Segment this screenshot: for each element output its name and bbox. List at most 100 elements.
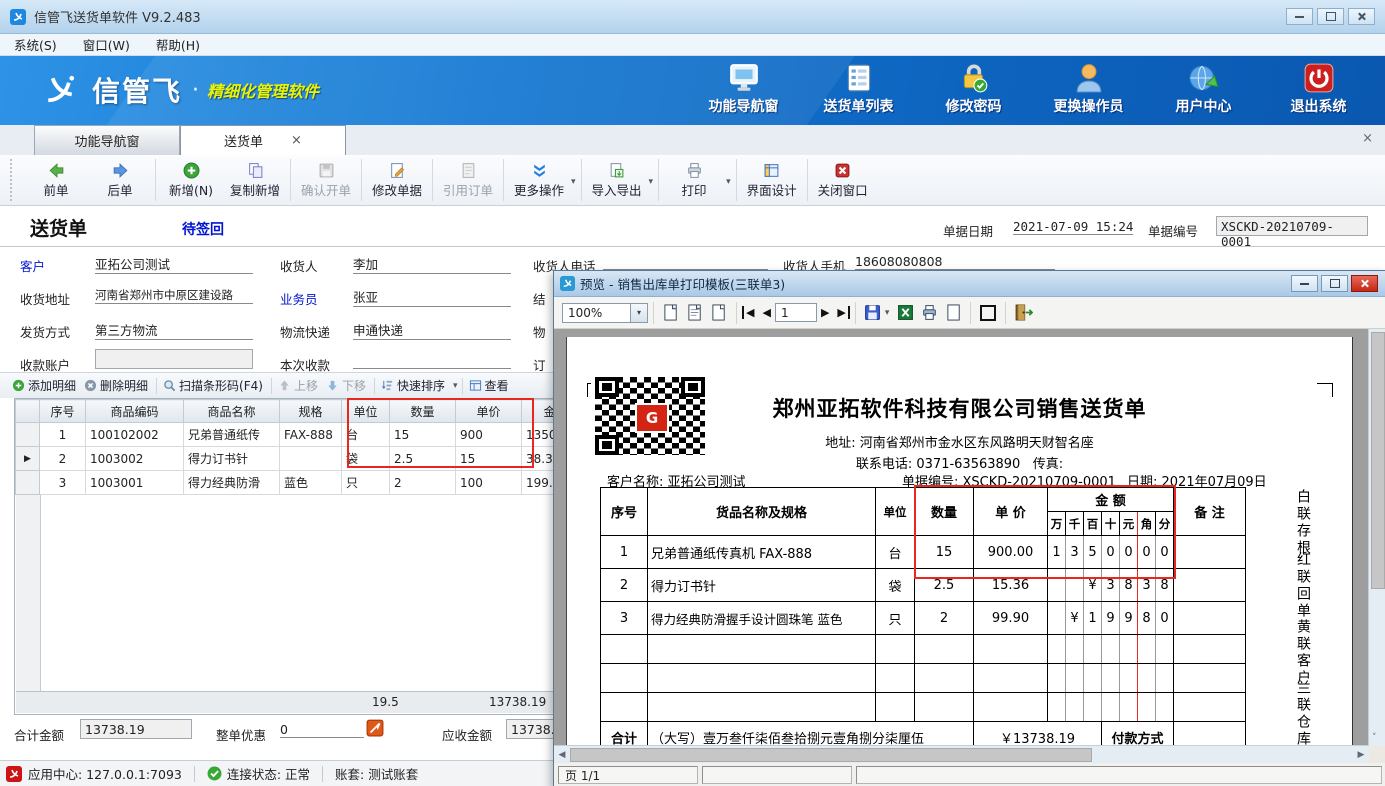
scroll-down-icon[interactable]: ˅ (1372, 733, 1377, 743)
menu-help[interactable]: 帮助(H) (156, 35, 200, 54)
page-width-button[interactable] (683, 301, 707, 325)
view-button[interactable]: 查看 (469, 377, 509, 394)
grid-row-selected[interactable]: ▶ 2 1003002 得力订书针 袋 2.5 15 38.39 (16, 447, 590, 471)
next-page-button[interactable]: ▶ (817, 306, 833, 319)
pay-now-field[interactable] (353, 353, 511, 369)
brand-slogan: 精细化管理软件 (207, 78, 319, 102)
preview-title-bar[interactable]: 预览 - 销售出库单打印模板(三联单3) (554, 271, 1385, 297)
print-button[interactable]: 打印 (662, 160, 726, 201)
confirm-open-button[interactable]: 确认开单 (294, 160, 358, 201)
page-whole-button[interactable] (659, 301, 683, 325)
quick-sort-button[interactable]: 快速排序 (381, 377, 445, 394)
reference-order-button[interactable]: 引用订单 (436, 160, 500, 201)
more-actions-button[interactable]: 更多操作 (507, 160, 571, 201)
ship-method-field[interactable]: 第三方物流 (95, 320, 253, 340)
grid-row[interactable]: 3 1003001 得力经典防滑 蓝色 只 2 100 199.8 (16, 471, 590, 495)
receiver-mobile-field[interactable]: 18608080808 (855, 254, 1055, 270)
prev-doc-button[interactable]: 前单 (24, 160, 88, 201)
banner-button-password[interactable]: 修改密码 (921, 62, 1026, 120)
discount-edit-icon[interactable] (366, 719, 384, 740)
banner-button-usercenter[interactable]: 用户中心 (1151, 62, 1256, 120)
col-seq[interactable]: 序号 (40, 400, 86, 423)
print-report-button[interactable] (917, 301, 941, 325)
print-caret[interactable]: ▾ (726, 177, 731, 187)
banner-button-operator[interactable]: 更换操作员 (1036, 62, 1141, 120)
col-price[interactable]: 单价 (456, 400, 522, 423)
salesman-field[interactable]: 张亚 (353, 287, 511, 307)
doc-date-field[interactable]: 2021-07-09 15:24 (1013, 219, 1133, 235)
pt-col-name: 货品名称及规格 (648, 488, 876, 536)
lock-icon (958, 62, 990, 94)
col-spec[interactable]: 规格 (280, 400, 342, 423)
save-icon (318, 162, 335, 179)
stop-button[interactable] (976, 301, 1000, 325)
customer-field[interactable]: 亚拓公司测试 (95, 254, 253, 274)
tabbar-close-icon[interactable]: × (1362, 131, 1373, 146)
receiver-field[interactable]: 李加 (353, 254, 511, 274)
preview-close-button[interactable] (1351, 275, 1378, 292)
col-unit[interactable]: 单位 (342, 400, 390, 423)
menu-window[interactable]: 窗口(W) (83, 35, 130, 54)
tab-delivery-order[interactable]: 送货单 × (180, 125, 346, 155)
close-button[interactable] (1348, 8, 1375, 25)
tab-close-icon[interactable]: × (291, 133, 302, 148)
menu-system[interactable]: 系统(S) (14, 35, 57, 54)
tab-nav-window[interactable]: 功能导航窗 (34, 125, 180, 155)
col-qty[interactable]: 数量 (390, 400, 456, 423)
scroll-right-icon[interactable]: ▶ (1353, 750, 1369, 760)
detail-grid-table: 序号 商品编码 商品名称 规格 单位 数量 单价 金额 1 100102002 … (15, 399, 590, 495)
move-up-button[interactable]: 上移 (278, 377, 318, 394)
import-export-button[interactable]: 导入导出 (585, 160, 649, 201)
globe-icon (1188, 62, 1220, 94)
blank-page-button[interactable] (941, 301, 965, 325)
import-export-caret[interactable]: ▾ (649, 177, 654, 187)
next-doc-button[interactable]: 后单 (88, 160, 152, 201)
account-field[interactable] (95, 349, 253, 369)
move-down-button[interactable]: 下移 (326, 377, 366, 394)
banner-button-list[interactable]: 送货单列表 (806, 62, 911, 120)
doc-no-field[interactable]: XSCKD-20210709-0001 (1216, 216, 1368, 236)
first-page-button[interactable]: ◀ (742, 306, 758, 319)
last-page-button[interactable]: ▶ (833, 306, 849, 319)
minimize-button[interactable] (1286, 8, 1313, 25)
grid-row[interactable]: 1 100102002 兄弟普通纸传 FAX-888 台 15 900 1350… (16, 423, 590, 447)
maximize-button[interactable] (1317, 8, 1344, 25)
add-detail-button[interactable]: 添加明细 (12, 377, 76, 394)
page-100-button[interactable] (707, 301, 731, 325)
banner-button-exit[interactable]: 退出系统 (1266, 62, 1371, 120)
scroll-left-icon[interactable]: ◀ (554, 750, 570, 760)
save-report-button[interactable] (861, 301, 885, 325)
add-new-button[interactable]: 新增(N) (159, 160, 223, 201)
discount-field[interactable]: 0 (280, 722, 364, 738)
export-excel-button[interactable] (893, 301, 917, 325)
page-number-input[interactable]: 1 (775, 303, 817, 322)
save-report-caret[interactable]: ▾ (885, 308, 890, 318)
col-code[interactable]: 商品编码 (86, 400, 184, 423)
preview-restore-button[interactable] (1321, 275, 1348, 292)
scan-barcode-button[interactable]: 扫描条形码(F4) (163, 377, 263, 394)
exit-preview-button[interactable] (1011, 301, 1035, 325)
vertical-scroll-thumb[interactable] (1371, 332, 1385, 589)
preview-minimize-button[interactable] (1291, 275, 1318, 292)
document-icon (460, 162, 477, 179)
address-field[interactable]: 河南省郑州市中原区建设路 (95, 287, 253, 304)
prev-page-button[interactable]: ◀ (758, 306, 774, 319)
zoom-select[interactable]: 100% ▾ (562, 303, 648, 323)
express-field[interactable]: 申通快递 (353, 320, 511, 340)
preview-horizontal-scrollbar[interactable]: ◀ ▶ (554, 745, 1369, 763)
preview-vertical-scrollbar[interactable]: ˅ (1368, 329, 1385, 746)
banner-button-nav[interactable]: 功能导航窗 (691, 62, 796, 120)
quick-sort-caret[interactable]: ▾ (453, 381, 458, 391)
zoom-caret-icon[interactable]: ▾ (630, 304, 647, 322)
connection-ok-icon (207, 766, 222, 781)
copy-new-button[interactable]: 复制新增 (223, 160, 287, 201)
modify-doc-button[interactable]: 修改单据 (365, 160, 429, 201)
horizontal-scroll-thumb[interactable] (570, 748, 1092, 762)
magnifier-icon (163, 379, 176, 392)
ui-design-button[interactable]: 界面设计 (740, 160, 804, 201)
close-window-button[interactable]: 关闭窗口 (811, 160, 875, 201)
col-name[interactable]: 商品名称 (184, 400, 280, 423)
more-actions-caret[interactable]: ▾ (571, 177, 576, 187)
delete-detail-button[interactable]: 删除明细 (84, 377, 148, 394)
receiver-phone-field[interactable] (603, 254, 768, 270)
